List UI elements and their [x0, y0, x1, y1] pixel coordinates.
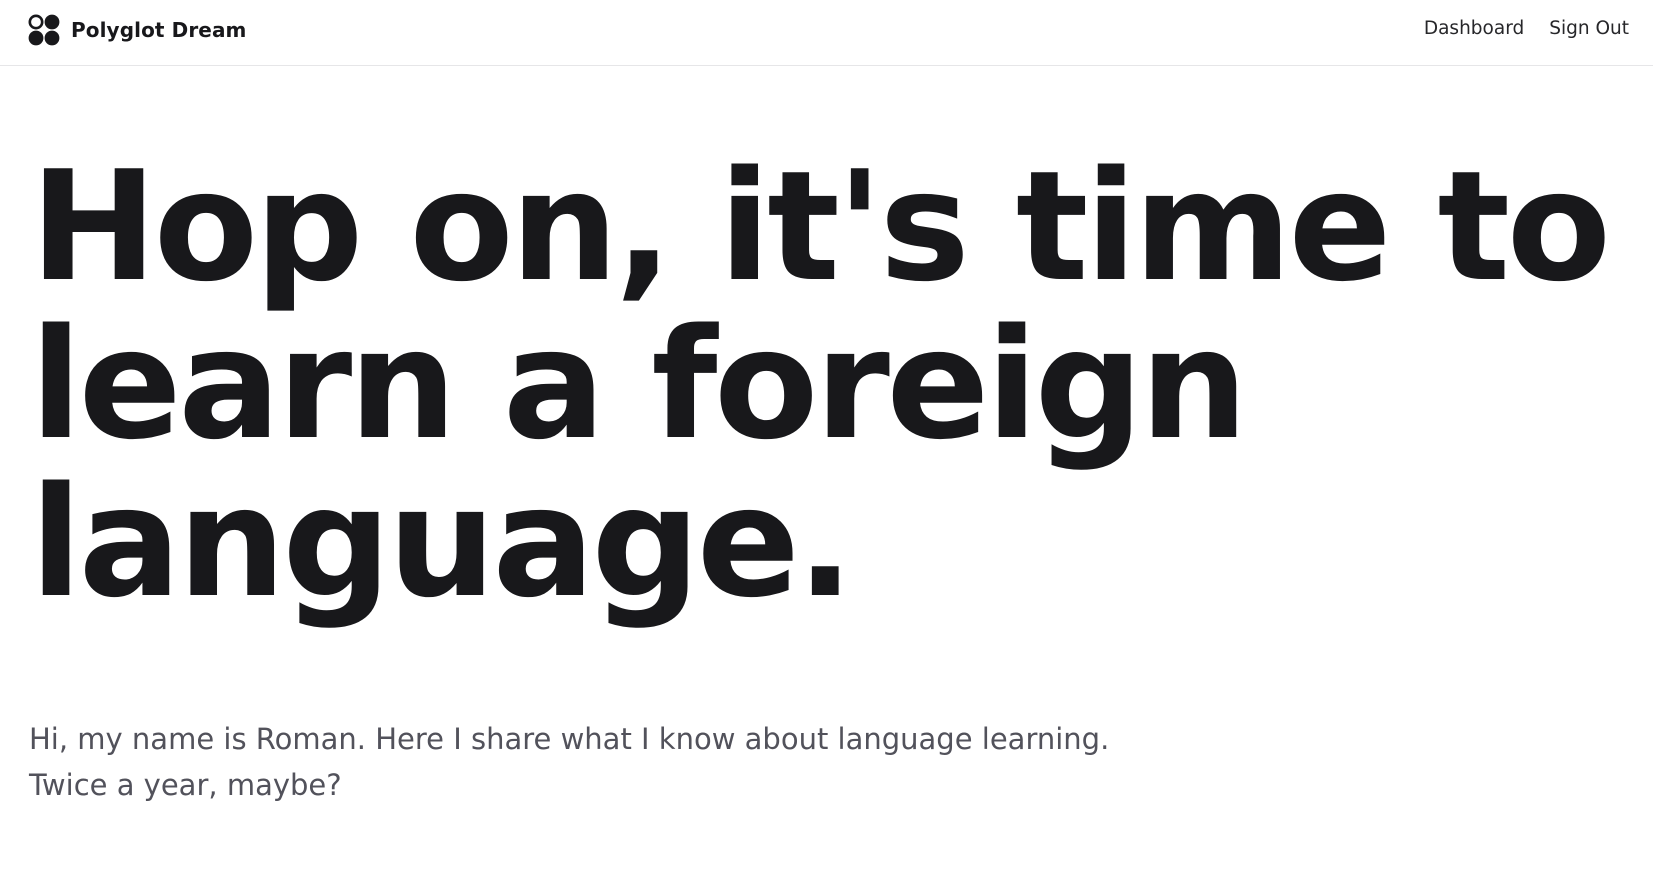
hero-title-line: language. — [30, 454, 854, 631]
nav-link-dashboard[interactable]: Dashboard — [1424, 18, 1524, 39]
brand-name: Polyglot Dream — [71, 18, 247, 42]
brand-home-link[interactable]: Polyglot Dream — [28, 14, 247, 46]
top-navbar: Polyglot Dream Dashboard Sign Out — [0, 0, 1653, 66]
intro-line: Twice a year, maybe? — [29, 768, 342, 802]
hero-title-line: learn a foreign — [30, 296, 1248, 473]
hero-title: Hop on, it's time to learn a foreign lan… — [30, 148, 1630, 622]
intro-text: Hi, my name is Roman. Here I share what … — [29, 716, 1229, 808]
nav-link-sign-out[interactable]: Sign Out — [1549, 18, 1629, 39]
intro-line: Hi, my name is Roman. Here I share what … — [29, 722, 1110, 756]
nav-links: Dashboard Sign Out — [1424, 18, 1629, 39]
four-dots-logo-icon — [28, 14, 60, 46]
hero-title-line: Hop on, it's time to — [30, 138, 1611, 315]
